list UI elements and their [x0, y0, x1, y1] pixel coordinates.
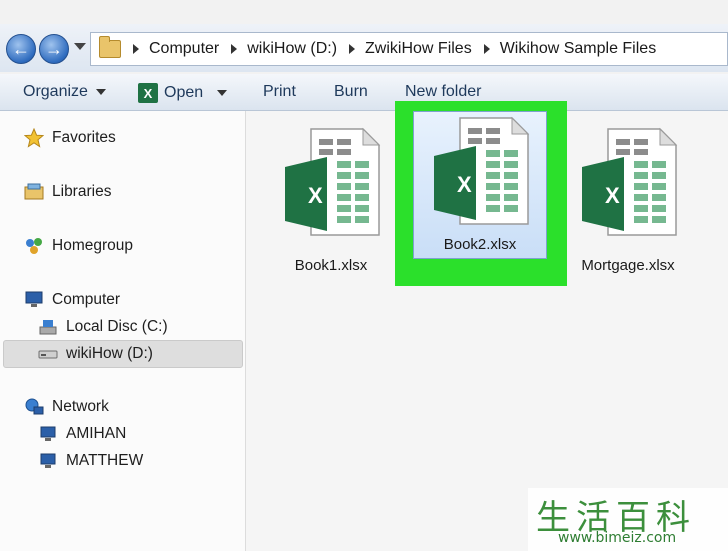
forward-arrow-icon: →	[45, 38, 63, 59]
selection-highlight-box: X Book2.xlsx	[395, 101, 567, 286]
file-name: Mortgage.xlsx	[581, 257, 675, 274]
file-name: Book2.xlsx	[443, 236, 517, 253]
excel-file-icon	[285, 127, 381, 236]
excel-letter: X	[308, 183, 323, 208]
sidebar-item-network[interactable]: Network	[24, 395, 109, 419]
sidebar-item-matthew[interactable]: MATTHEW	[38, 449, 143, 473]
sidebar-item-favorites[interactable]: Favorites	[23, 126, 116, 150]
file-name: Book1.xlsx	[294, 257, 368, 274]
back-button[interactable]: ←	[6, 34, 36, 64]
folder-icon	[99, 36, 121, 58]
chevron-down-icon[interactable]	[217, 90, 228, 96]
breadcrumb-computer[interactable]: Computer	[149, 40, 219, 58]
burn-label: Burn	[334, 83, 368, 100]
libraries-icon	[24, 182, 44, 202]
breadcrumb-separator-icon[interactable]	[349, 44, 356, 54]
network-icon	[24, 397, 44, 417]
sidebar-item-label: Libraries	[52, 183, 112, 200]
excel-file-icon	[434, 116, 530, 225]
organize-label: Organize	[23, 83, 88, 100]
excel-file-icon	[582, 127, 678, 236]
sidebar-item-label: MATTHEW	[66, 452, 144, 469]
burn-button[interactable]: Burn	[334, 83, 368, 101]
drive-icon	[38, 344, 58, 364]
sidebar-item-amihan[interactable]: AMIHAN	[38, 422, 126, 446]
breadcrumb[interactable]: Computer wikiHow (D:) ZwikiHow Files Wik…	[90, 32, 728, 66]
sidebar-item-wikihow-drive[interactable]: wikiHow (D:)	[38, 342, 153, 366]
print-label: Print	[263, 83, 296, 100]
sidebar-item-label: Network	[52, 398, 109, 415]
new-folder-button[interactable]: New folder	[405, 83, 481, 101]
star-icon	[23, 127, 45, 148]
print-button[interactable]: Print	[263, 83, 296, 101]
open-label: Open	[164, 84, 204, 101]
sidebar-item-local-disc[interactable]: Local Disc (C:)	[38, 315, 168, 339]
open-button[interactable]: X Open	[138, 83, 228, 103]
organize-button[interactable]: Organize	[23, 83, 106, 101]
forward-button[interactable]: →	[39, 34, 69, 64]
watermark: 生活百科 www.bimeiz.com	[528, 488, 728, 551]
sidebar-item-label: Homegroup	[52, 237, 133, 254]
navigation-pane: Favorites Libraries Homegroup Computer L…	[0, 111, 246, 551]
breadcrumb-wikihow-drive[interactable]: wikiHow (D:)	[247, 40, 337, 58]
address-bar: ← → Computer wikiHow (D:) ZwikiHow Files…	[0, 24, 728, 72]
file-list: X Book1.xlsx X Book2.xlsx X Mortgage.xls…	[246, 101, 728, 551]
file-item[interactable]: X Mortgage.xlsx	[563, 121, 693, 281]
excel-icon: X	[138, 83, 158, 103]
command-toolbar: Organize X Open Print Burn New folder	[0, 74, 728, 111]
sidebar-item-computer[interactable]: Computer	[24, 288, 120, 312]
excel-letter: X	[457, 172, 472, 197]
sidebar-item-label: Computer	[52, 291, 121, 308]
file-item[interactable]: X Book1.xlsx	[266, 121, 396, 281]
network-computer-icon	[38, 451, 58, 471]
back-arrow-icon: ←	[12, 38, 30, 59]
watermark-url: www.bimeiz.com	[558, 530, 677, 546]
breadcrumb-separator-icon[interactable]	[231, 44, 238, 54]
breadcrumb-sample-files[interactable]: Wikihow Sample Files	[500, 40, 656, 58]
recent-pages-chevron-down-icon[interactable]	[74, 43, 86, 50]
new-folder-label: New folder	[405, 83, 482, 100]
breadcrumb-separator-icon[interactable]	[483, 44, 490, 54]
sidebar-item-homegroup[interactable]: Homegroup	[24, 234, 133, 258]
local-disc-icon	[38, 317, 58, 337]
sidebar-item-libraries[interactable]: Libraries	[24, 180, 111, 204]
computer-icon	[24, 290, 44, 310]
chevron-down-icon	[95, 89, 106, 95]
selected-file-item[interactable]: X Book2.xlsx	[413, 111, 547, 259]
sidebar-item-label: Local Disc (C:)	[66, 318, 168, 335]
excel-letter: X	[605, 183, 620, 208]
network-computer-icon	[38, 424, 58, 444]
sidebar-item-label: Favorites	[52, 129, 116, 146]
breadcrumb-separator-icon[interactable]	[133, 44, 139, 54]
sidebar-item-label: AMIHAN	[66, 425, 127, 442]
breadcrumb-zwikihow-files[interactable]: ZwikiHow Files	[365, 40, 472, 58]
homegroup-icon	[24, 236, 44, 256]
sidebar-item-label: wikiHow (D:)	[66, 345, 153, 362]
